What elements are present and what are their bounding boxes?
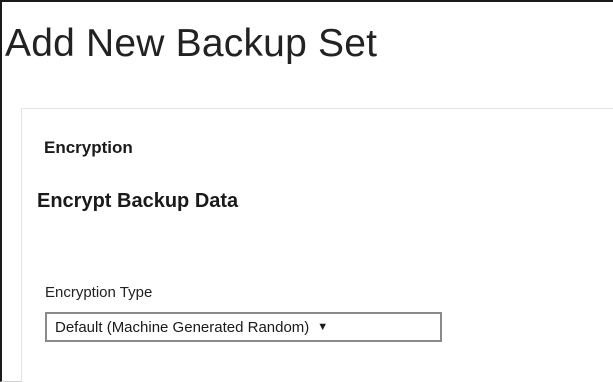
dropdown-arrow-icon: ▼ xyxy=(317,320,329,333)
section-title: Encryption xyxy=(44,138,133,157)
page-title: Add New Backup Set xyxy=(5,22,378,65)
encryption-type-label: Encryption Type xyxy=(45,284,153,301)
encryption-type-select[interactable]: Default (Machine Generated Random) ▼ xyxy=(45,312,442,342)
backup-set-window: Add New Backup Set Encryption Encrypt Ba… xyxy=(0,0,613,382)
encrypt-backup-data-heading: Encrypt Backup Data xyxy=(37,190,239,212)
encryption-type-selected-value: Default (Machine Generated Random) xyxy=(55,318,310,336)
encryption-panel: Encryption Encrypt Backup Data Encryptio… xyxy=(21,108,613,382)
